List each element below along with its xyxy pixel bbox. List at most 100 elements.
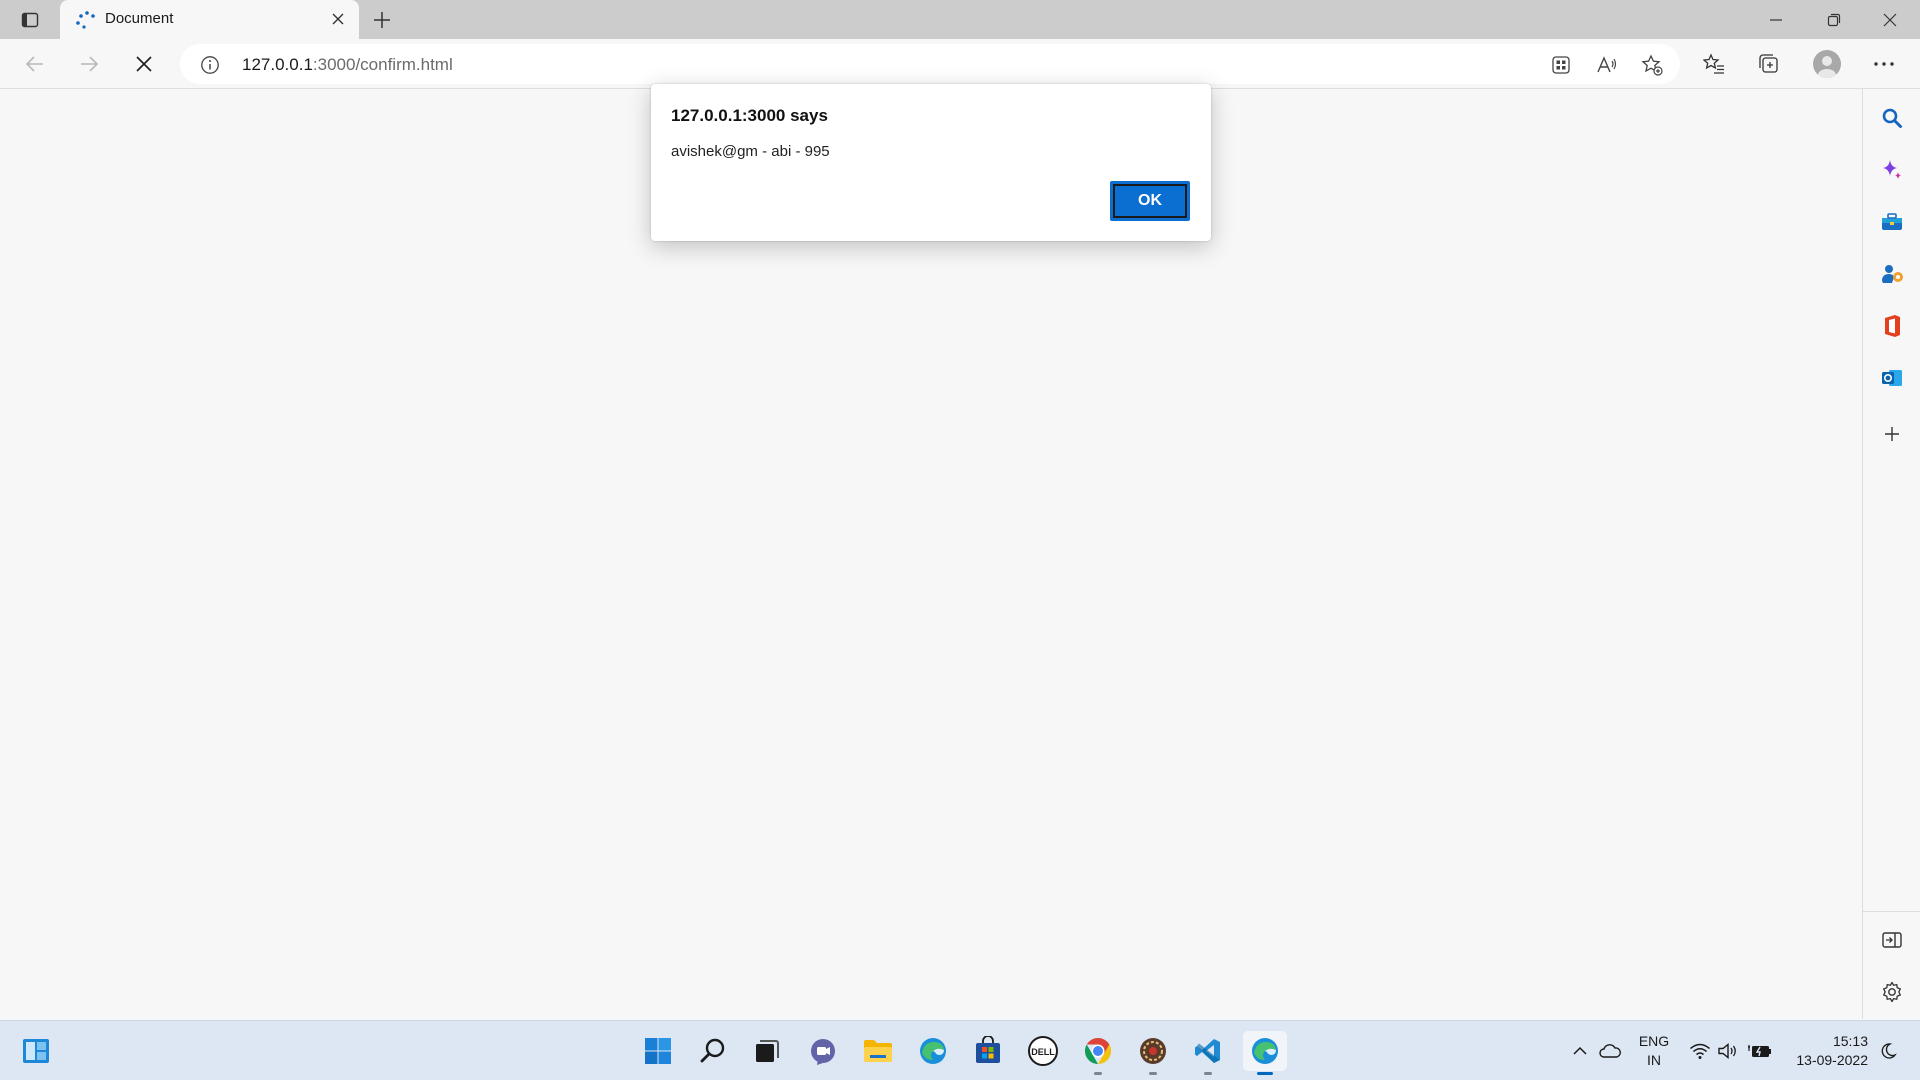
volume-button[interactable] [1716,1039,1740,1063]
file-explorer-button[interactable] [858,1031,898,1071]
read-aloud-button[interactable] [1594,52,1620,78]
file-explorer-icon [864,1040,892,1062]
outlook-icon [1882,370,1902,386]
add-icon [1885,427,1899,441]
tab-close-button[interactable] [329,10,347,28]
focus-assist-button[interactable] [1876,1039,1900,1063]
tab-actions-icon [21,12,39,28]
dell-icon: DELL [1028,1036,1058,1066]
ok-button[interactable]: OK [1110,181,1190,221]
more-icon [1874,62,1894,66]
profile-button[interactable] [1810,47,1844,81]
star-add-icon [1641,54,1663,76]
app-available-button[interactable] [1548,52,1574,78]
copilot-icon [1883,160,1901,179]
start-icon [645,1038,671,1064]
taskbar-search-button[interactable] [693,1031,733,1071]
sidebar-collapse-button[interactable] [1877,925,1907,955]
show-hidden-icons-button[interactable] [1568,1039,1592,1063]
svg-text:DELL: DELL [1031,1047,1055,1057]
chrome-button[interactable] [1078,1031,1118,1075]
avatar [1813,50,1841,78]
chat-button[interactable] [803,1031,843,1071]
battery-charging-icon [1748,1045,1771,1057]
dialog-message: avishek@gm - abi - 995 [671,143,830,160]
wifi-button[interactable] [1688,1039,1712,1063]
edge-sidebar [1862,89,1920,1019]
stop-loading-button[interactable] [126,47,162,81]
dell-button[interactable]: DELL [1023,1031,1063,1071]
app-button[interactable] [1133,1031,1173,1075]
browser-tab[interactable]: Document [60,0,359,39]
favorites-button[interactable] [1697,47,1731,81]
active-indicator [1257,1072,1273,1075]
close-window-button[interactable] [1862,0,1918,39]
running-indicator [1204,1072,1212,1075]
chat-icon [811,1039,835,1065]
close-icon [332,13,344,25]
sidebar-outlook-button[interactable] [1877,363,1907,393]
taskbar: DELL ENG IN 15:13 13-09-2022 [0,1020,1920,1080]
sidebar-search-button[interactable] [1877,103,1907,133]
vscode-button[interactable] [1188,1031,1228,1075]
collections-icon [1759,54,1778,73]
read-aloud-icon [1597,56,1617,73]
clock-date: 13-09-2022 [1796,1052,1868,1068]
url-text[interactable]: 127.0.0.1:3000/confirm.html [242,55,453,75]
running-indicator [1094,1072,1102,1075]
widgets-icon [23,1039,49,1063]
url-path: :3000/confirm.html [312,55,453,74]
sidebar-collapse-icon [1882,932,1902,948]
language-indicator[interactable]: ENG IN [1636,1032,1672,1070]
sidebar-office-button[interactable] [1877,311,1907,341]
restore-icon [1827,13,1841,26]
forward-button[interactable] [71,47,107,81]
settings-more-button[interactable] [1867,47,1901,81]
back-button[interactable] [17,47,53,81]
onedrive-button[interactable] [1598,1039,1622,1063]
task-view-button[interactable] [747,1031,787,1071]
battery-button[interactable] [1748,1039,1772,1063]
add-favorite-button[interactable] [1639,52,1665,78]
language-region: IN [1647,1052,1661,1068]
minimize-icon [1770,18,1782,21]
alert-dialog: 127.0.0.1:3000 says avishek@gm - abi - 9… [651,84,1211,241]
address-bar[interactable]: 127.0.0.1:3000/confirm.html [180,44,1680,84]
tab-actions-button[interactable] [8,5,52,35]
apps-icon [1552,56,1570,74]
chevron-up-icon [1573,1046,1587,1055]
minimize-button[interactable] [1748,0,1804,39]
edge-button[interactable] [913,1031,953,1071]
sidebar-games-button[interactable] [1877,259,1907,289]
widgets-button[interactable] [16,1031,56,1071]
running-indicator [1149,1072,1157,1075]
moon-icon [1881,1043,1897,1059]
sidebar-divider [1863,911,1920,912]
language-code: ENG [1638,1033,1670,1049]
tools-icon [1882,213,1902,230]
new-tab-button[interactable] [368,6,396,34]
edge-icon [920,1038,946,1064]
close-icon [1883,13,1897,26]
browser-toolbar: 127.0.0.1:3000/confirm.html [0,39,1920,89]
info-icon[interactable] [200,55,220,75]
arrow-right-icon [81,56,99,72]
sidebar-add-button[interactable] [1877,419,1907,449]
search-icon [1882,108,1902,128]
edge-dev-button[interactable] [1243,1031,1287,1075]
favorites-icon [1703,53,1724,74]
edge-dev-icon [1252,1038,1278,1064]
cloud-icon [1599,1044,1622,1058]
clock[interactable]: 15:13 13-09-2022 [1780,1032,1868,1070]
collections-button[interactable] [1752,47,1786,81]
volume-icon [1718,1043,1736,1059]
games-icon [1882,265,1903,283]
store-button[interactable] [968,1031,1008,1071]
sidebar-tools-button[interactable] [1877,207,1907,237]
title-bar: Document [0,0,1920,39]
start-button[interactable] [638,1031,678,1071]
sidebar-copilot-button[interactable] [1877,155,1907,185]
sidebar-settings-button[interactable] [1877,977,1907,1007]
restore-button[interactable] [1806,0,1862,39]
wifi-icon [1690,1043,1710,1059]
